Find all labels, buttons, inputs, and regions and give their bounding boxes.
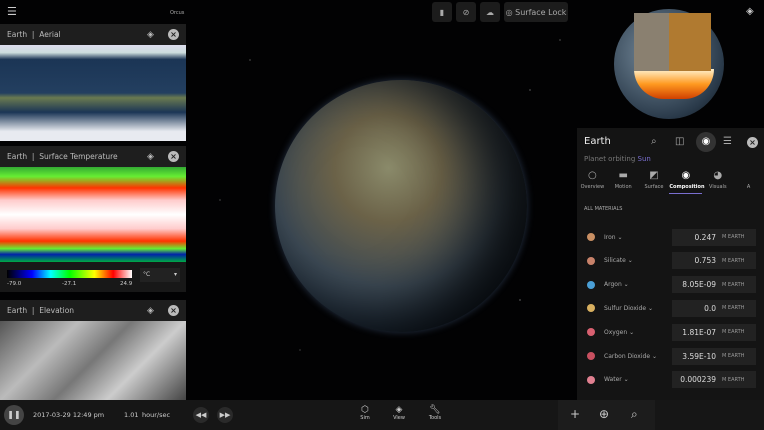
- material-row: Oxygen ⌄ 1.81E-07 M EARTH: [577, 323, 764, 341]
- elevation-map: [0, 321, 186, 400]
- material-value-field[interactable]: 0.000239 M EARTH: [672, 371, 756, 389]
- info-panel: Earth ⌕ ◫ ◉ ☰ × Planet orbiting Sun ○ Ove…: [577, 128, 764, 400]
- pause-button[interactable]: ❚❚: [4, 405, 24, 425]
- sun-link[interactable]: Sun: [638, 155, 651, 163]
- earth-cutaway[interactable]: [614, 9, 724, 119]
- layers-icon[interactable]: ◈: [145, 29, 156, 40]
- recenter-icon[interactable]: ⊕: [599, 407, 609, 421]
- layers-icon[interactable]: ◈: [145, 151, 156, 162]
- close-icon[interactable]: ×: [747, 137, 758, 148]
- tab-surface[interactable]: ◩ Surface: [639, 170, 670, 194]
- material-value-field[interactable]: 1.81E-07 M EARTH: [672, 323, 756, 341]
- tab-visuals[interactable]: ◕ Visuals: [702, 170, 733, 194]
- fast-forward-button[interactable]: ▶▶: [217, 407, 233, 423]
- layers-icon: ◈: [395, 405, 403, 415]
- material-row: Sulfur Dioxide ⌄ 0.0 M EARTH: [577, 299, 764, 317]
- menu-icon[interactable]: ☰: [7, 5, 17, 18]
- section-label: ALL MATERIALS: [584, 206, 623, 212]
- clouds-off-button[interactable]: ☁: [480, 2, 500, 22]
- material-row: Water ⌄ 0.000239 M EARTH: [577, 371, 764, 389]
- tab-icon: ◉: [681, 170, 691, 181]
- core-layer: [634, 69, 714, 99]
- surface-lock-icon: ◎: [505, 7, 516, 17]
- chevron-down-icon: ⌄: [627, 257, 633, 265]
- tab-icon: ○: [588, 170, 597, 181]
- aerial-panel-header: Earth | Aerial ◈ ×: [0, 24, 186, 45]
- surface-lock-button[interactable]: ◎ Surface Lock: [504, 2, 568, 22]
- close-icon[interactable]: ×: [168, 29, 179, 40]
- subtitle: Planet orbiting Sun: [584, 155, 651, 163]
- layers-icon[interactable]: ◈: [746, 6, 754, 17]
- color-scale: [7, 270, 132, 278]
- search-icon[interactable]: ⌕: [631, 407, 638, 422]
- mantle-right: [669, 13, 711, 71]
- chevron-down-icon: ⌄: [623, 281, 629, 289]
- eye-icon[interactable]: ◉: [696, 132, 716, 152]
- rate-unit: hour/sec: [142, 411, 171, 419]
- close-icon[interactable]: ×: [168, 305, 179, 316]
- bottom-bar: ❚❚ 2017-03-29 12:49 pm 1.01 hour/sec ◀◀ …: [0, 400, 764, 430]
- info-title: Earth: [584, 136, 611, 147]
- panel-icon[interactable]: ◫: [675, 136, 684, 147]
- earth-globe[interactable]: [275, 80, 527, 332]
- temperature-legend: -79.0 -27.1 24.9 °C ▾: [0, 262, 186, 292]
- wrench-icon: 🔧︎: [429, 405, 441, 415]
- elevation-panel-header: Earth | Elevation ◈ ×: [0, 300, 186, 321]
- material-row: Iron ⌄ 0.247 M EARTH: [577, 228, 764, 246]
- material-icon: [587, 280, 595, 289]
- temperature-panel-header: Earth | Surface Temperature ◈ ×: [0, 146, 186, 167]
- date-time[interactable]: 2017-03-29 12:49 pm: [33, 411, 104, 419]
- material-row: Silicate ⌄ 0.753 M EARTH: [577, 252, 764, 270]
- material-value-field[interactable]: 0.753 M EARTH: [672, 252, 756, 270]
- tab-overview[interactable]: ○ Overview: [577, 170, 608, 194]
- material-icon: [587, 233, 595, 241]
- add-icon[interactable]: +: [570, 407, 580, 421]
- material-icon: [587, 256, 595, 265]
- mantle-left: [634, 13, 669, 71]
- unit-select[interactable]: °C ▾: [140, 268, 180, 282]
- rate-value[interactable]: 1.01: [124, 411, 138, 419]
- material-value-field[interactable]: 8.05E-09 M EARTH: [672, 276, 756, 294]
- material-value-field[interactable]: 3.59E-10 M EARTH: [672, 347, 756, 365]
- sim-button[interactable]: ⬡ Sim: [355, 405, 375, 421]
- aerial-map: [0, 45, 186, 141]
- orcus-label[interactable]: Orcus: [170, 10, 184, 16]
- material-value-field[interactable]: 0.0 M EARTH: [672, 299, 756, 317]
- chevron-down-icon: ⌄: [647, 304, 654, 312]
- chevron-down-icon: ⌄: [623, 376, 629, 384]
- tab-icon: ◩: [649, 170, 659, 181]
- layers-icon[interactable]: ◈: [145, 305, 156, 316]
- material-icon: [587, 304, 595, 313]
- tab-icon: ◕: [713, 170, 723, 181]
- tab-icon: [733, 170, 764, 184]
- tab-icon: ▬: [618, 170, 628, 181]
- flashlight-button[interactable]: ▮: [432, 2, 452, 22]
- material-icon: [587, 375, 595, 384]
- tab-a[interactable]: A: [733, 170, 764, 194]
- close-icon[interactable]: ×: [168, 151, 179, 162]
- material-row: Argon ⌄ 8.05E-09 M EARTH: [577, 276, 764, 294]
- lighting-off-button[interactable]: ⊘: [456, 2, 476, 22]
- chevron-down-icon: ⌄: [651, 352, 657, 360]
- rewind-button[interactable]: ◀◀: [193, 407, 209, 423]
- temperature-map: [0, 167, 186, 262]
- info-tabs: ○ Overview ▬ Motion ◩ Surface ◉ Composition ◕ Vis…: [577, 170, 764, 194]
- sim-icon: ⬡: [361, 405, 369, 415]
- material-icon: [587, 352, 595, 360]
- view-button[interactable]: ◈ View: [389, 405, 409, 421]
- tab-composition[interactable]: ◉ Composition: [669, 170, 705, 194]
- material-row: Carbon Dioxide ⌄ 3.59E-10 M EARTH: [577, 347, 764, 365]
- tools-button[interactable]: 🔧︎ Tools: [425, 405, 445, 421]
- list-icon[interactable]: ☰: [723, 136, 732, 147]
- search-icon[interactable]: ⌕: [651, 136, 657, 147]
- tab-motion[interactable]: ▬ Motion: [608, 170, 639, 194]
- material-icon: [587, 328, 595, 337]
- chevron-down-icon: ▾: [173, 271, 177, 278]
- chevron-down-icon: ⌄: [629, 328, 635, 336]
- chevron-down-icon: ⌄: [617, 233, 623, 241]
- material-value-field[interactable]: 0.247 M EARTH: [672, 228, 756, 246]
